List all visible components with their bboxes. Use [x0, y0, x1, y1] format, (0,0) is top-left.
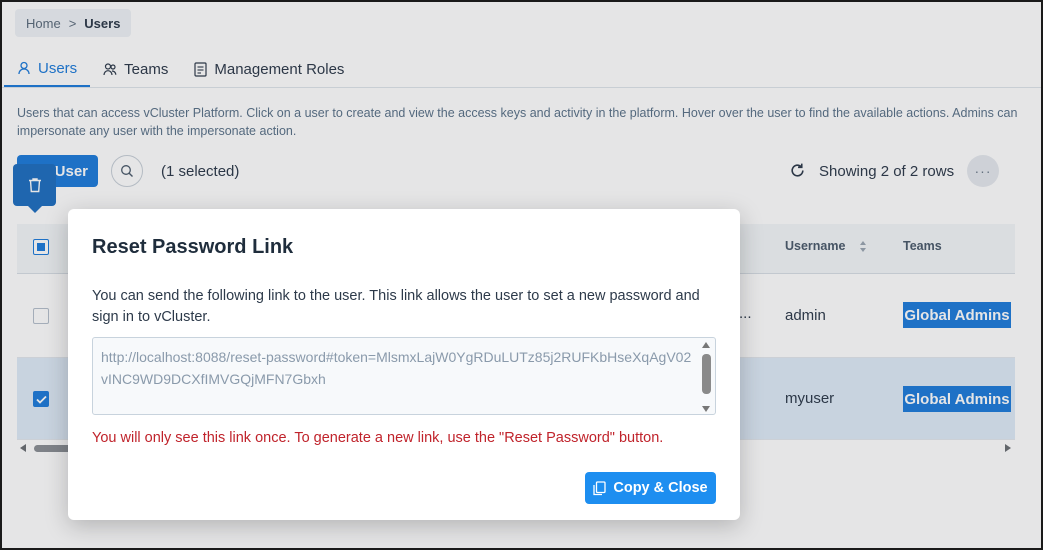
- textarea-scroll-thumb[interactable]: [702, 354, 711, 394]
- copy-icon: [593, 480, 607, 495]
- reset-password-dialog: Reset Password Link You can send the fol…: [68, 209, 740, 520]
- copy-close-button[interactable]: Copy & Close: [585, 472, 716, 504]
- warning-message: You will only see this link once. To gen…: [92, 430, 664, 446]
- reset-link-textarea[interactable]: http://localhost:8088/reset-password#tok…: [92, 337, 716, 415]
- reset-link-text: http://localhost:8088/reset-password#tok…: [101, 349, 692, 387]
- scroll-up-icon[interactable]: [702, 342, 710, 348]
- dialog-description: You can send the following link to the u…: [92, 288, 700, 325]
- copy-close-label: Copy & Close: [613, 480, 708, 496]
- textarea-scrollbar[interactable]: [701, 342, 712, 412]
- dialog-title: Reset Password Link: [92, 236, 294, 258]
- scroll-down-icon[interactable]: [702, 406, 710, 412]
- app-window: Home > Users Users Teams Management Role…: [0, 0, 1043, 550]
